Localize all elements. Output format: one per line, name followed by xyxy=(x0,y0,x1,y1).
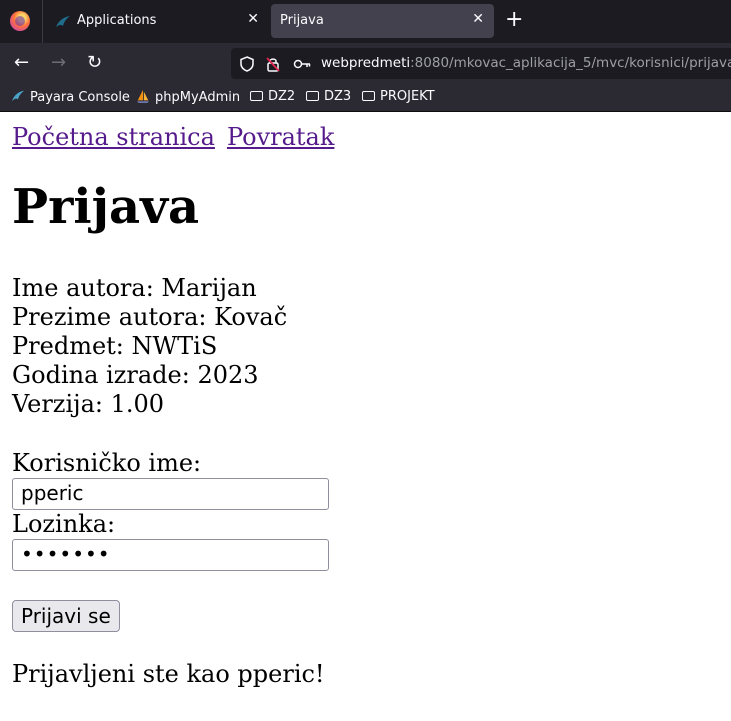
login-button[interactable]: Prijavi se xyxy=(12,600,120,632)
password-label: Lozinka: xyxy=(12,510,116,538)
payara-fish-icon xyxy=(11,90,25,102)
username-field[interactable]: pperic xyxy=(12,478,329,510)
new-tab-button[interactable]: + xyxy=(505,9,523,31)
bookmark-folder-dz3[interactable]: DZ3 xyxy=(306,89,351,104)
author-first-name: Ime autora: Marijan xyxy=(12,274,257,302)
home-link[interactable]: Početna stranica xyxy=(12,123,215,151)
page-content: Početna stranica Povratak Prijava Ime aut… xyxy=(0,112,731,721)
navigation-toolbar: ← → ↻ webpredmeti:8080/mkovac_aplikacija… xyxy=(0,43,731,84)
tab-prijava[interactable]: Prijava ✕ xyxy=(271,4,494,38)
tab-title: Applications xyxy=(77,13,157,28)
back-link[interactable]: Povratak xyxy=(227,123,334,151)
bookmarks-toolbar: Payara Console phpMyAdmin DZ2 DZ3 PROJEK… xyxy=(0,84,731,112)
bookmark-label: DZ3 xyxy=(324,89,352,104)
tab-bar: Applications ✕ Prijava ✕ + xyxy=(0,0,731,43)
tab-applications[interactable]: Applications ✕ xyxy=(42,0,269,43)
folder-icon xyxy=(250,91,263,101)
password-field[interactable]: ••••••• xyxy=(12,539,329,571)
author-info: Ime autora: Marijan Prezime autora: Kova… xyxy=(12,274,287,419)
sailboat-icon xyxy=(136,89,150,103)
shield-icon[interactable] xyxy=(239,56,255,72)
bookmark-folder-projekt[interactable]: PROJEKT xyxy=(362,89,435,104)
url-text[interactable]: webpredmeti:8080/mkovac_aplikacija_5/mvc… xyxy=(321,55,731,71)
back-arrow-icon[interactable]: ← xyxy=(14,53,29,73)
key-icon[interactable] xyxy=(293,56,311,72)
version: Verzija: 1.00 xyxy=(12,390,165,418)
bookmark-label: PROJEKT xyxy=(380,89,435,104)
bookmark-payara-console[interactable]: Payara Console xyxy=(10,89,130,105)
close-icon[interactable]: ✕ xyxy=(247,11,259,27)
firefox-menu-icon[interactable] xyxy=(10,11,30,31)
bookmark-label: phpMyAdmin xyxy=(155,90,241,105)
top-links: Početna stranica Povratak xyxy=(12,123,334,151)
folder-icon xyxy=(306,91,319,101)
username-label: Korisničko ime: xyxy=(12,449,202,477)
payara-fish-icon xyxy=(56,16,70,27)
author-last-name: Prezime autora: Kovač xyxy=(12,303,288,331)
insecure-lock-icon[interactable] xyxy=(265,56,281,72)
year: Godina izrade: 2023 xyxy=(12,361,259,389)
forward-arrow-icon[interactable]: → xyxy=(51,53,66,73)
bookmark-label: Payara Console xyxy=(30,90,130,105)
page-title: Prijava xyxy=(12,179,200,235)
close-icon[interactable]: ✕ xyxy=(472,11,484,27)
subject: Predmet: NWTiS xyxy=(12,332,218,360)
bookmark-folder-dz2[interactable]: DZ2 xyxy=(250,89,295,104)
address-bar[interactable]: webpredmeti:8080/mkovac_aplikacija_5/mvc… xyxy=(231,48,731,79)
tab-title: Prijava xyxy=(280,13,324,28)
bookmark-label: DZ2 xyxy=(268,89,296,104)
bookmark-phpmyadmin[interactable]: phpMyAdmin xyxy=(135,89,240,105)
login-status-message: Prijavljeni ste kao pperic! xyxy=(12,660,325,688)
reload-icon[interactable]: ↻ xyxy=(87,53,102,73)
folder-icon xyxy=(362,91,375,101)
